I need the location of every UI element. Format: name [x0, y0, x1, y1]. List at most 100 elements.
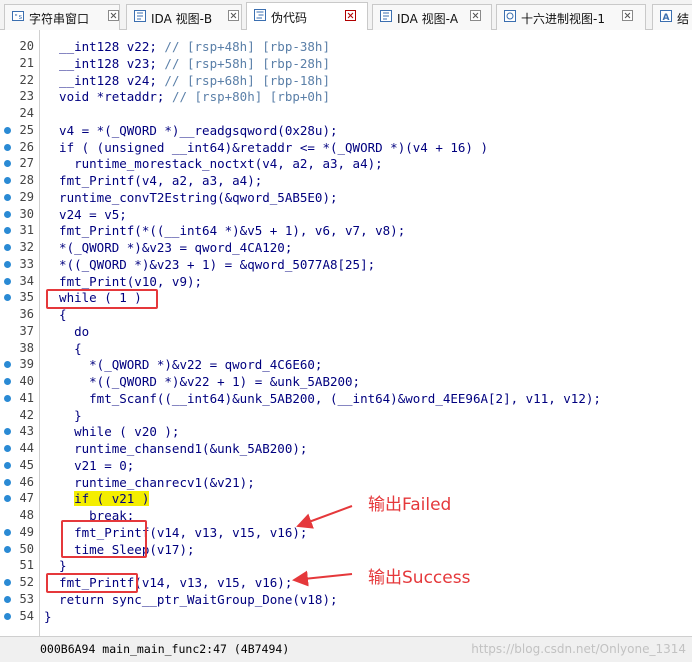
code-line[interactable]: v4 = *(_QWORD *)__readgsqword(0x28u);	[44, 122, 337, 139]
breakpoint-dot-icon[interactable]	[4, 193, 11, 201]
close-icon[interactable]	[108, 10, 119, 21]
line-number-row[interactable]: 50	[0, 541, 39, 558]
breakpoint-dot-icon[interactable]	[4, 260, 11, 268]
breakpoint-dot-icon[interactable]	[4, 227, 11, 235]
line-number-row[interactable]: 34	[0, 273, 39, 290]
close-icon[interactable]	[622, 10, 633, 21]
code-line[interactable]: v24 = v5;	[44, 206, 127, 223]
breakpoint-dot-icon[interactable]	[4, 160, 11, 168]
line-number-row[interactable]: 53	[0, 591, 39, 608]
tab-3[interactable]: IDA 视图-A	[372, 4, 492, 30]
line-number-row[interactable]: 25	[0, 122, 39, 139]
line-number-gutter[interactable]: 20 21 22 23 24 25 26 27 28 29 30 31 32 33 34 35 36 37 38 39…	[0, 30, 40, 636]
code-line[interactable]: *((_QWORD *)&v23 + 1) = &qword_5077A8[25…	[44, 256, 375, 273]
code-line[interactable]: if ( (unsigned __int64)&retaddr <= *(_QW…	[44, 139, 488, 156]
code-line[interactable]: *(_QWORD *)&v22 = qword_4C6E60;	[44, 356, 322, 373]
line-number-row[interactable]: 48	[0, 507, 39, 524]
code-line[interactable]: *((_QWORD *)&v22 + 1) = &unk_5AB200;	[44, 373, 360, 390]
line-number-row[interactable]: 39	[0, 356, 39, 373]
line-number-row[interactable]: 21	[0, 55, 39, 72]
code-line[interactable]: runtime_chanrecv1(&v21);	[44, 474, 255, 491]
breakpoint-dot-icon[interactable]	[4, 579, 11, 586]
line-number-row[interactable]: 52	[0, 574, 39, 591]
code-line[interactable]: fmt_Printf(v4, a2, a3, a4);	[44, 172, 262, 189]
code-line[interactable]: fmt_Printf(*((__int64 *)&v5 + 1), v6, v7…	[44, 222, 405, 239]
tab-5[interactable]: A结	[652, 4, 692, 30]
code-line[interactable]: do	[44, 323, 89, 340]
line-number-row[interactable]: 40	[0, 373, 39, 390]
code-line[interactable]: }	[44, 608, 52, 625]
code-line[interactable]: while ( v20 );	[44, 423, 179, 440]
close-icon[interactable]	[345, 10, 356, 21]
breakpoint-dot-icon[interactable]	[4, 378, 11, 385]
code-line[interactable]: runtime_chansend1(&unk_5AB200);	[44, 440, 307, 457]
breakpoint-dot-icon[interactable]	[4, 294, 11, 302]
tab-0[interactable]: "s 字符串窗口	[4, 4, 120, 30]
code-line[interactable]: {	[44, 340, 82, 357]
line-number-row[interactable]: 41	[0, 390, 39, 407]
line-number-row[interactable]: 35	[0, 289, 39, 306]
line-number-row[interactable]: 46	[0, 474, 39, 491]
code-line[interactable]: void *retaddr; // [rsp+80h] [rbp+0h]	[44, 88, 330, 105]
tab-2[interactable]: 伪代码	[246, 2, 368, 30]
line-number-row[interactable]: 42	[0, 407, 39, 424]
line-number-row[interactable]: 47	[0, 490, 39, 507]
code-line[interactable]: __int128 v22; // [rsp+48h] [rbp-38h]	[44, 38, 330, 55]
tab-4[interactable]: 十六进制视图-1	[496, 4, 646, 30]
breakpoint-dot-icon[interactable]	[4, 545, 11, 553]
line-number-row[interactable]: 26	[0, 139, 39, 156]
line-number-row[interactable]: 44	[0, 440, 39, 457]
line-number-row[interactable]: 51	[0, 557, 39, 574]
code-line[interactable]: runtime_morestack_noctxt(v4, a2, a3, a4)…	[44, 155, 383, 172]
tab-1[interactable]: IDA 视图-B	[126, 4, 242, 30]
breakpoint-dot-icon[interactable]	[4, 612, 11, 620]
line-number-row[interactable]: 27	[0, 155, 39, 172]
line-number-row[interactable]: 36	[0, 306, 39, 323]
code-line[interactable]: *(_QWORD *)&v23 = qword_4CA120;	[44, 239, 292, 256]
line-number-row[interactable]: 24	[0, 105, 39, 122]
line-number-row[interactable]: 28	[0, 172, 39, 189]
line-number-row[interactable]: 31	[0, 222, 39, 239]
code-line[interactable]: v21 = 0;	[44, 457, 134, 474]
line-number-row[interactable]: 37	[0, 323, 39, 340]
line-number-row[interactable]: 45	[0, 457, 39, 474]
breakpoint-dot-icon[interactable]	[4, 595, 11, 603]
line-number-row[interactable]: 54	[0, 608, 39, 625]
code-line[interactable]: __int128 v23; // [rsp+58h] [rbp-28h]	[44, 55, 330, 72]
line-number-row[interactable]: 30	[0, 206, 39, 223]
line-number-row[interactable]: 32	[0, 239, 39, 256]
code-line[interactable]: }	[44, 407, 82, 424]
pseudocode-view[interactable]: 20 21 22 23 24 25 26 27 28 29 30 31 32 33 34 35 36 37 38 39…	[0, 30, 692, 636]
breakpoint-dot-icon[interactable]	[4, 478, 11, 486]
code-line[interactable]: fmt_Scanf((__int64)&unk_5AB200, (__int64…	[44, 390, 601, 407]
breakpoint-dot-icon[interactable]	[4, 143, 11, 151]
breakpoint-dot-icon[interactable]	[4, 428, 11, 436]
breakpoint-dot-icon[interactable]	[4, 244, 11, 251]
code-line[interactable]: return sync__ptr_WaitGroup_Done(v18);	[44, 591, 337, 608]
code-line[interactable]: __int128 v24; // [rsp+68h] [rbp-18h]	[44, 72, 330, 89]
breakpoint-dot-icon[interactable]	[4, 277, 11, 285]
line-number-row[interactable]: 22	[0, 72, 39, 89]
breakpoint-dot-icon[interactable]	[4, 528, 11, 536]
breakpoint-dot-icon[interactable]	[4, 210, 11, 218]
line-number-row[interactable]: 33	[0, 256, 39, 273]
breakpoint-dot-icon[interactable]	[4, 445, 11, 452]
code-line[interactable]: }	[44, 557, 67, 574]
breakpoint-dot-icon[interactable]	[4, 461, 11, 469]
code-line[interactable]: if ( v21 )	[44, 490, 150, 507]
code-line[interactable]: fmt_Print(v10, v9);	[44, 273, 202, 290]
breakpoint-dot-icon[interactable]	[4, 361, 11, 369]
close-icon[interactable]	[470, 10, 481, 21]
breakpoint-dot-icon[interactable]	[4, 177, 11, 184]
close-icon[interactable]	[228, 10, 239, 21]
line-number-row[interactable]: 38	[0, 340, 39, 357]
line-number-row[interactable]: 23	[0, 88, 39, 105]
breakpoint-dot-icon[interactable]	[4, 495, 11, 503]
breakpoint-dot-icon[interactable]	[4, 394, 11, 402]
line-number-row[interactable]: 29	[0, 189, 39, 206]
line-number-row[interactable]: 49	[0, 524, 39, 541]
line-number-row[interactable]: 20	[0, 38, 39, 55]
code-line[interactable]: runtime_convT2Estring(&qword_5AB5E0);	[44, 189, 337, 206]
line-number-row[interactable]: 43	[0, 423, 39, 440]
breakpoint-dot-icon[interactable]	[4, 126, 11, 134]
